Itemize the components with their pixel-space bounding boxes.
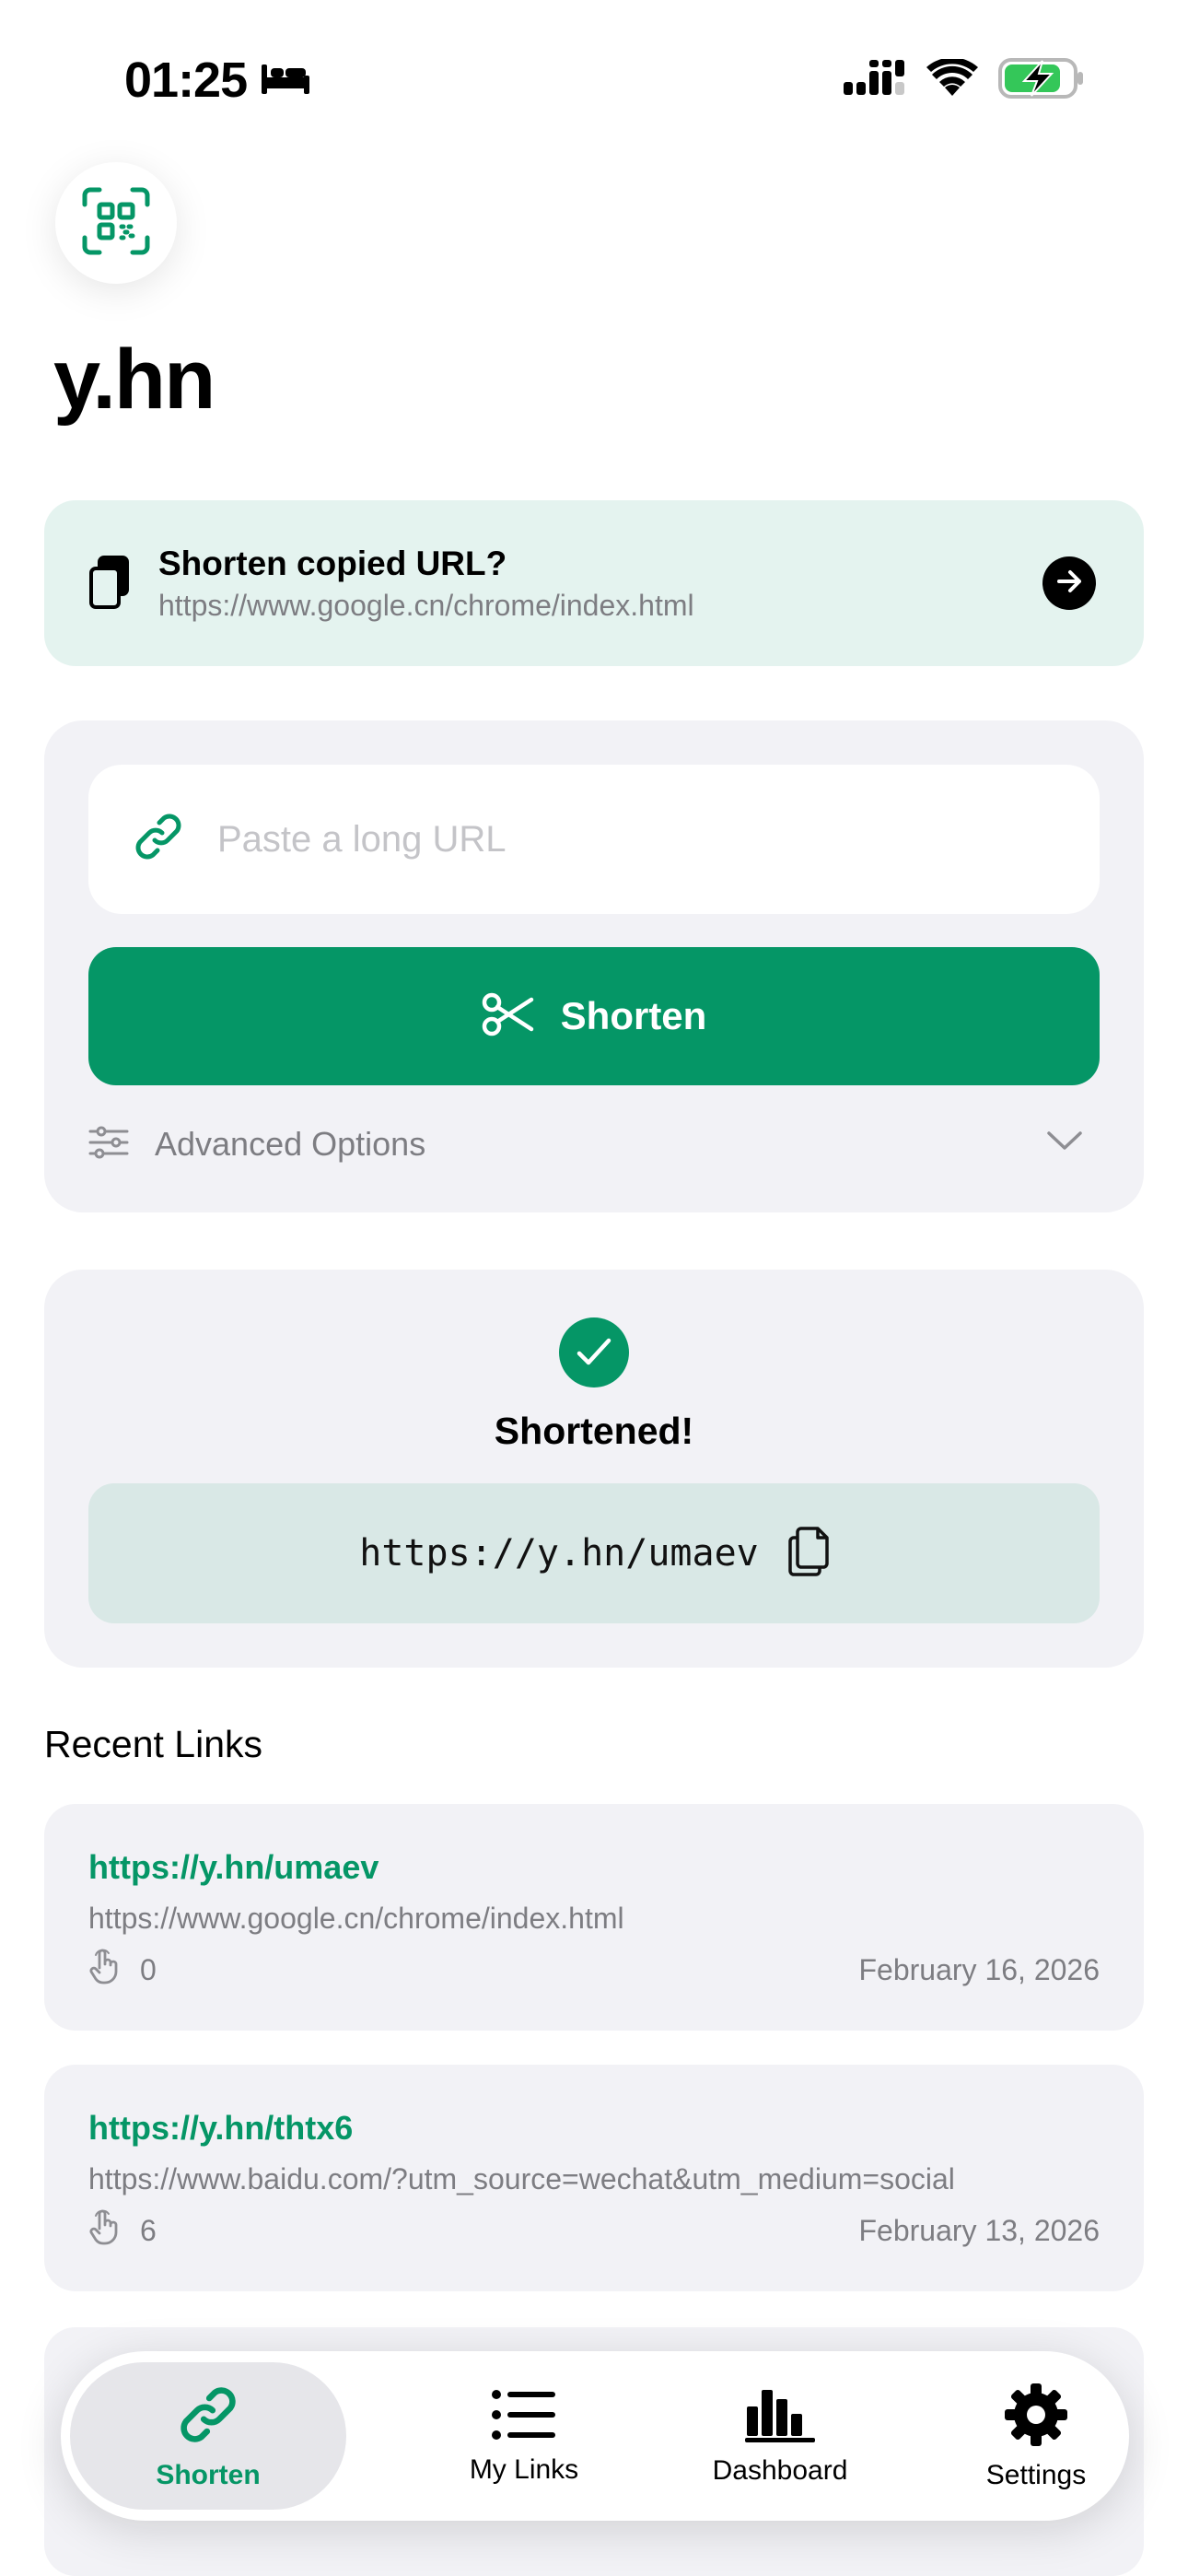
- tab-my-links[interactable]: My Links: [390, 2351, 658, 2521]
- clipboard-shorten-button[interactable]: [1042, 556, 1096, 610]
- recent-click-count: 6: [88, 2208, 157, 2253]
- arrow-right-icon: [1055, 568, 1083, 600]
- url-field[interactable]: [88, 765, 1100, 914]
- tab-label: My Links: [469, 2453, 579, 2485]
- list-icon: [491, 2387, 557, 2447]
- qr-scan-button[interactable]: [55, 162, 177, 284]
- shorten-form-card: Shorten Advanced Options: [44, 720, 1144, 1212]
- chevron-down-icon: [1046, 1130, 1083, 1156]
- result-title: Shortened!: [494, 1410, 694, 1452]
- copy-icon[interactable]: [787, 1526, 829, 1581]
- recent-click-count-value: 0: [140, 1952, 157, 1986]
- recent-original-url: https://www.baidu.com/?utm_source=wechat…: [88, 2162, 955, 2195]
- sleep-mode-icon: [260, 61, 311, 100]
- recent-date: February 13, 2026: [858, 2214, 1101, 2247]
- qr-code-icon: [81, 186, 151, 261]
- app-title: y.hn: [53, 333, 215, 427]
- result-card: Shortened! https://y.hn/umaev: [44, 1270, 1144, 1668]
- advanced-options-toggle[interactable]: Advanced Options: [88, 1107, 1100, 1181]
- recent-link-item[interactable]: https://y.hn/umaev https://www.google.cn…: [44, 1804, 1144, 2031]
- recent-date: February 16, 2026: [858, 1953, 1101, 1986]
- cellular-signal-icon: [844, 60, 906, 101]
- result-short-url: https://y.hn/umaev: [359, 1532, 759, 1575]
- tab-label: Shorten: [156, 2459, 261, 2490]
- shorten-button-label: Shorten: [560, 994, 707, 1037]
- link-icon: [175, 2382, 241, 2453]
- recent-short-url[interactable]: https://y.hn/thtx6: [88, 2109, 353, 2148]
- gear-icon: [1003, 2382, 1069, 2453]
- status-bar: 01:25: [0, 0, 1188, 166]
- link-icon: [131, 809, 186, 869]
- recent-click-count-value: 6: [140, 2213, 157, 2247]
- clipboard-banner-url: https://www.google.cn/chrome/index.html: [158, 589, 694, 622]
- result-url-box[interactable]: https://y.hn/umaev: [88, 1483, 1100, 1623]
- advanced-options-label: Advanced Options: [155, 1125, 426, 1163]
- url-input[interactable]: [217, 765, 1065, 914]
- tab-dashboard[interactable]: Dashboard: [646, 2351, 914, 2521]
- chart-icon: [745, 2386, 815, 2448]
- recent-click-count: 0: [88, 1948, 157, 1992]
- wifi-icon: [926, 57, 978, 102]
- clipboard-banner-title: Shorten copied URL?: [158, 544, 507, 582]
- tap-hand-icon: [88, 2208, 120, 2253]
- tab-settings[interactable]: Settings: [903, 2351, 1170, 2521]
- success-check-icon: [559, 1317, 629, 1388]
- clipboard-banner[interactable]: Shorten copied URL? https://www.google.c…: [44, 500, 1144, 666]
- sliders-icon: [88, 1126, 129, 1164]
- tab-shorten[interactable]: Shorten: [70, 2362, 346, 2510]
- tab-label: Settings: [985, 2459, 1087, 2490]
- tab-label: Dashboard: [712, 2454, 848, 2486]
- tap-hand-icon: [88, 1948, 120, 1992]
- recent-link-item[interactable]: https://y.hn/thtx6 https://www.baidu.com…: [44, 2065, 1144, 2291]
- status-time: 01:25: [124, 53, 248, 108]
- status-right: [844, 57, 1085, 104]
- tab-bar: Shorten My Links Dashboard Settings: [61, 2351, 1129, 2521]
- shorten-button[interactable]: Shorten: [88, 947, 1100, 1085]
- time-group: 01:25: [124, 52, 311, 109]
- scissors-icon: [482, 992, 535, 1041]
- recent-original-url: https://www.google.cn/chrome/index.html: [88, 1902, 624, 1935]
- recent-short-url[interactable]: https://y.hn/umaev: [88, 1848, 379, 1887]
- clipboard-icon: [88, 556, 131, 614]
- recent-links-title: Recent Links: [44, 1723, 263, 1765]
- battery-charging-icon: [998, 57, 1085, 104]
